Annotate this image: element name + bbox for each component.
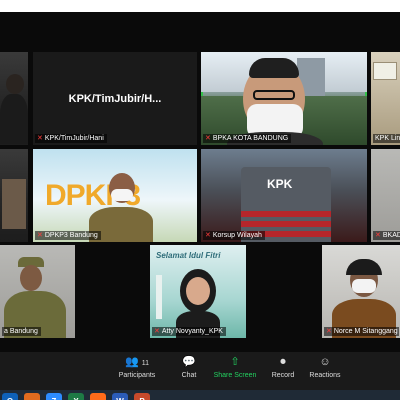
participant-name-tag: KPK Lindi	[373, 134, 400, 143]
zoom-app-icon[interactable]: Z	[46, 393, 62, 400]
participant-face	[20, 265, 42, 291]
powerpoint-app-icon[interactable]: P	[134, 393, 150, 400]
reactions-icon: ☺	[319, 356, 331, 368]
video-tile-bkad[interactable]: ✕ BKAD	[371, 149, 400, 242]
participant-name-tag: ✕ Norce M Sitanggang	[324, 327, 399, 336]
video-tile-kpk-lindi[interactable]: KPK Lindi	[371, 52, 400, 145]
video-tile-dpkp3-bandung[interactable]: DPKP3 ✕ DPKP3 Bandung	[33, 149, 197, 242]
video-tile-norce-m-sitanggang[interactable]: ✕ Norce M Sitanggang	[322, 245, 400, 338]
mic-muted-icon: ✕	[375, 232, 381, 239]
participant-name-tag: a Bandung	[2, 327, 41, 336]
participants-button[interactable]: 👥 11 Participants	[110, 355, 164, 379]
firefox-app-icon[interactable]: ●	[90, 393, 106, 400]
participant-name-tag: ✕ KPK/TimJubir/Hani	[35, 134, 107, 143]
video-tile-1[interactable]	[0, 52, 28, 145]
video-tile-5[interactable]	[0, 149, 28, 242]
record-label: Record	[271, 372, 295, 379]
participants-icon: 👥 11	[124, 356, 150, 368]
kpk-building-sign: KPK	[267, 177, 293, 191]
participant-name-tag: ✕ Korsup Wilayah	[203, 231, 265, 240]
participant-name-tag: ✕ BPKA KOTA BANDUNG	[203, 134, 292, 143]
video-tile-kpk-timjubir-hani[interactable]: KPK/TimJubir/H... ✕ KPK/TimJubir/Hani	[33, 52, 197, 145]
browser-app-icon[interactable]: ◐	[24, 393, 40, 400]
mic-muted-icon: ✕	[37, 232, 43, 239]
video-tile-bpka-kota-bandung[interactable]: ✕ BPKA KOTA BANDUNG	[201, 52, 367, 145]
chat-label: Chat	[181, 372, 197, 379]
eid-banner: Selamat Idul Fitri	[156, 251, 221, 260]
video-tile-atty-novyanty-kpk[interactable]: Selamat Idul Fitri ✕ Atty Novyanty_KPK	[150, 245, 246, 338]
reactions-label: Reactions	[309, 372, 341, 379]
zoom-meeting-window: KPK/TimJubir/H... ✕ KPK/TimJubir/Hani ✕ …	[0, 12, 400, 400]
mic-muted-icon: ✕	[326, 328, 332, 335]
word-app-icon[interactable]: W	[112, 393, 128, 400]
video-tile-korsup-wilayah[interactable]: KPK ✕ Korsup Wilayah	[201, 149, 367, 242]
windows-taskbar: O ◐ Z X ● W P	[0, 390, 400, 400]
participant-center-name: KPK/TimJubir/H...	[68, 92, 162, 105]
reactions-button[interactable]: ☺ Reactions	[298, 355, 352, 379]
participant-name-tag: ✕ BKAD	[373, 231, 400, 240]
meeting-controls-bar: 👥 11 Participants 💬 Chat ⇧ Share Screen …	[0, 352, 400, 390]
mic-muted-icon: ✕	[205, 135, 211, 142]
participant-name-tag: ✕ Atty Novyanty_KPK	[152, 327, 226, 336]
share-screen-label: Share Screen	[213, 372, 257, 379]
participant-name-tag: ✕ DPKP3 Bandung	[35, 231, 101, 240]
participants-count: 11	[141, 360, 150, 367]
participants-label: Participants	[118, 372, 156, 379]
outlook-app-icon[interactable]: O	[2, 393, 18, 400]
excel-app-icon[interactable]: X	[68, 393, 84, 400]
share-screen-button[interactable]: ⇧ Share Screen	[208, 355, 262, 379]
mic-muted-icon: ✕	[37, 135, 43, 142]
mic-muted-icon: ✕	[205, 232, 211, 239]
mic-muted-icon: ✕	[154, 328, 160, 335]
share-screen-icon: ⇧	[230, 356, 240, 368]
video-tile-bandung[interactable]: a Bandung	[0, 245, 75, 338]
